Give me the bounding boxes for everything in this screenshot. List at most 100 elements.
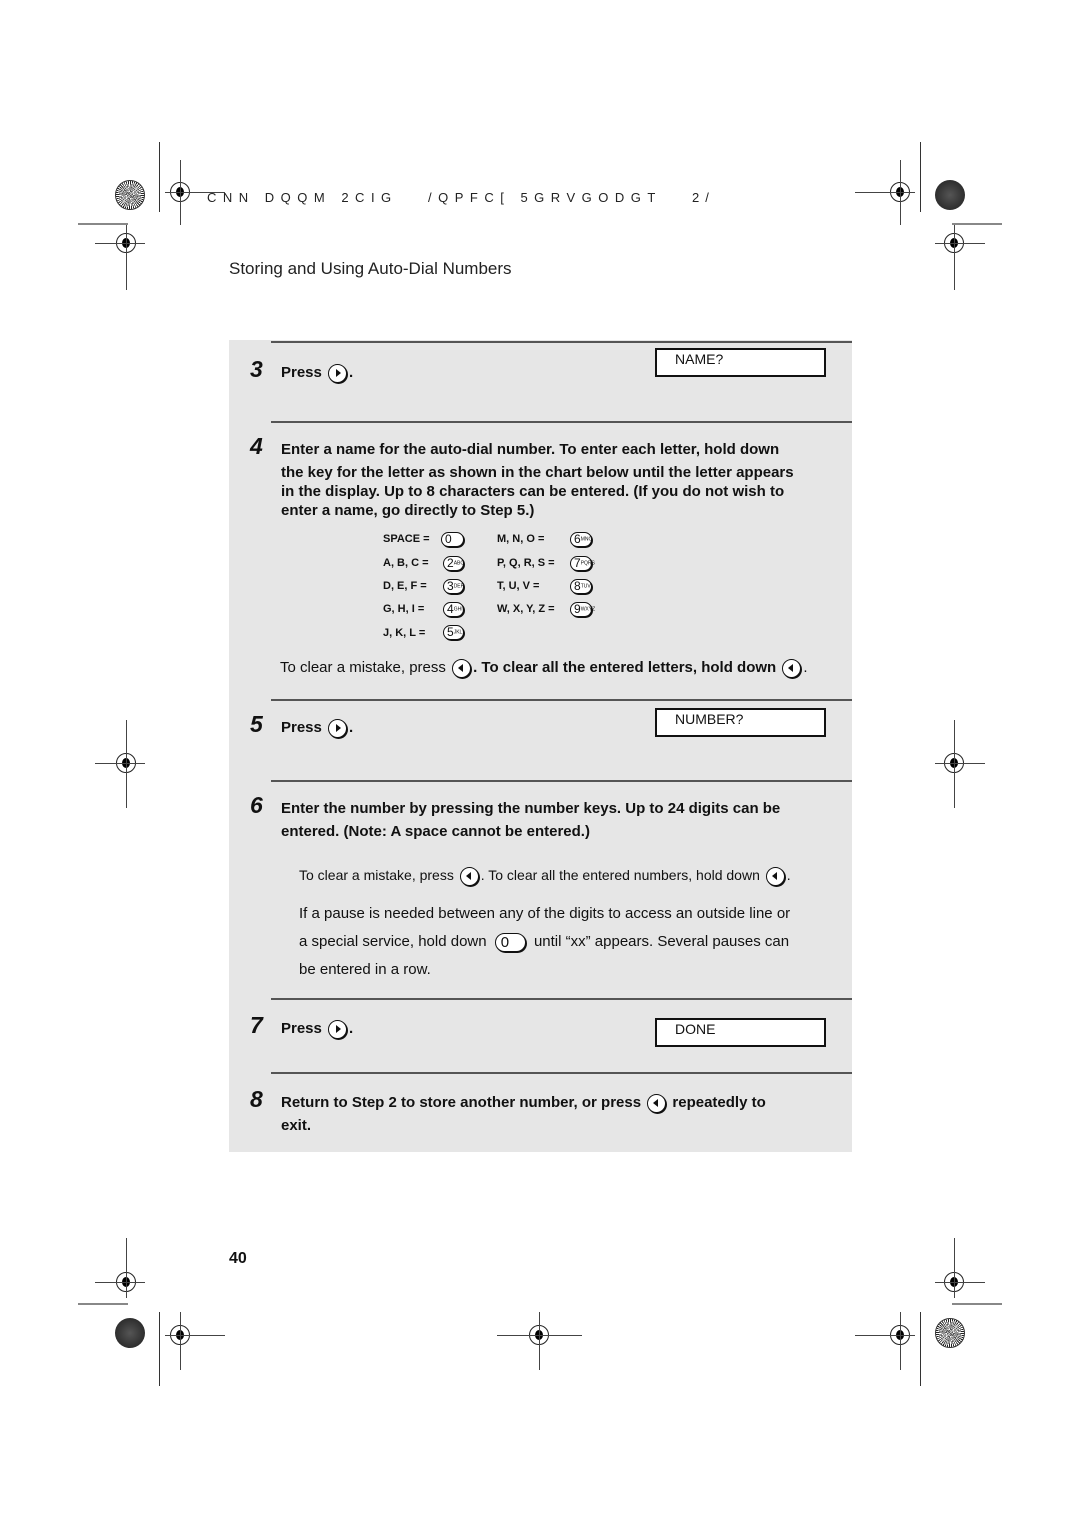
key-digit: 3 (447, 579, 454, 593)
key-5-icon: 5JKL (443, 625, 464, 640)
reg-line (95, 243, 145, 244)
crop-line (159, 142, 160, 212)
reg-line (900, 160, 901, 225)
chart-label: SPACE = (383, 533, 430, 545)
pause-note-line: be entered in a row. (299, 961, 431, 978)
press-label: Press (281, 1020, 322, 1037)
step-text-line: exit. (281, 1117, 312, 1134)
punct: . (349, 719, 354, 736)
clear-letters-note: To clear a mistake, press . To clear all… (280, 658, 808, 678)
pause-note-line: If a pause is needed between any of the … (299, 905, 791, 922)
reg-line (855, 1335, 915, 1336)
key-digit: 4 (447, 602, 454, 616)
reg-line (954, 720, 955, 808)
rosette-icon (935, 1318, 965, 1348)
key-letters: WXYZ (580, 606, 596, 613)
reg-line (935, 243, 985, 244)
key-3-icon: 3DEF (443, 579, 464, 594)
reg-line (935, 763, 985, 764)
key-digit: 0 (500, 933, 510, 951)
reg-line (95, 1282, 145, 1283)
key-digit: 8 (574, 579, 581, 593)
key-digit: 7 (574, 556, 581, 570)
press-label: Press (281, 364, 322, 381)
key-6-icon: 6MNO (570, 532, 592, 547)
right-arrow-key-icon (328, 1019, 348, 1039)
step-number: 3 (250, 356, 263, 382)
reg-line (126, 720, 127, 808)
note-text: To clear a mistake, press (299, 867, 454, 883)
reg-line (165, 1335, 225, 1336)
crop-line (78, 223, 128, 225)
punct: . (786, 867, 791, 883)
chart-label: G, H, I = (383, 603, 425, 615)
step-text: Press . (281, 1019, 353, 1039)
key-letters: JKL (453, 629, 463, 636)
crop-line (159, 1312, 160, 1386)
reg-line (954, 225, 955, 290)
key-9-icon: 9WXYZ (570, 602, 596, 617)
print-job-page-code: 2/ (692, 190, 715, 205)
reg-line (954, 1238, 955, 1298)
crop-line (920, 1312, 921, 1386)
reg-line (539, 1312, 540, 1370)
step-divider (271, 998, 852, 1000)
chart-label: M, N, O = (497, 533, 545, 545)
key-8-icon: 8TUV (570, 579, 592, 594)
section-title: Storing and Using Auto-Dial Numbers (229, 259, 512, 278)
step-text-line: enter a name, go directly to Step 5.) (281, 502, 535, 519)
step-text-line: entered. (Note: A space cannot be entere… (281, 823, 590, 840)
page-number: 40 (229, 1250, 247, 1267)
lcd-display: NUMBER? (655, 708, 826, 737)
key-digit: 5 (447, 625, 454, 639)
press-label: Press (281, 719, 322, 736)
rosette-icon (115, 180, 145, 210)
reg-line (126, 225, 127, 290)
step-divider (271, 780, 852, 782)
step-number: 6 (250, 792, 263, 818)
step-number: 8 (250, 1086, 263, 1112)
step-divider (271, 699, 852, 701)
lcd-display: DONE (655, 1018, 826, 1047)
lcd-display: NAME? (655, 348, 826, 377)
crop-line (952, 1303, 1002, 1305)
left-arrow-key-icon (452, 658, 472, 678)
key-letters: DEF (453, 583, 464, 590)
punct: . (803, 659, 808, 676)
step-divider (271, 1072, 852, 1074)
reg-line (855, 192, 915, 193)
key-0-icon: 0 (494, 932, 526, 952)
key-digit: 6 (574, 532, 581, 546)
crop-line (920, 142, 921, 212)
note-text: until “xx” appears. Several pauses can (533, 933, 790, 950)
left-arrow-key-icon (459, 866, 479, 886)
key-0-icon: 0 (441, 532, 464, 547)
step-divider (271, 341, 852, 343)
key-letters: MNO (580, 536, 593, 543)
right-arrow-key-icon (328, 363, 348, 383)
step-text: repeatedly to (672, 1094, 766, 1111)
step-text-line: in the display. Up to 8 characters can b… (281, 483, 785, 500)
reg-line (180, 1312, 181, 1370)
key-digit: 0 (445, 532, 452, 546)
clear-numbers-note: To clear a mistake, press . To clear all… (299, 865, 791, 886)
key-2-icon: 2ABC (443, 556, 464, 571)
crop-line (952, 223, 1002, 225)
key-letters: ABC (453, 560, 464, 567)
step-number: 4 (250, 433, 263, 459)
print-job-code: CNN DQQM 2CIG /QPFC[ 5GRVGODGT (207, 190, 662, 205)
chart-label: D, E, F = (383, 580, 427, 592)
key-7-icon: 7PQRS (570, 556, 595, 571)
chart-label: J, K, L = (383, 627, 426, 639)
note-text: To clear a mistake, press (280, 659, 446, 676)
key-4-icon: 4GHI (443, 602, 464, 617)
step-text-line: the key for the letter as shown in the c… (281, 464, 794, 481)
crop-line (78, 1303, 128, 1305)
right-arrow-key-icon (328, 718, 348, 738)
key-letters: GHI (453, 606, 463, 613)
left-arrow-key-icon (765, 866, 785, 886)
pause-note-line: a special service, hold down 0 until “xx… (299, 932, 789, 952)
chart-label: P, Q, R, S = (497, 557, 555, 569)
key-digit: 9 (574, 602, 581, 616)
rosette-icon (935, 180, 965, 210)
